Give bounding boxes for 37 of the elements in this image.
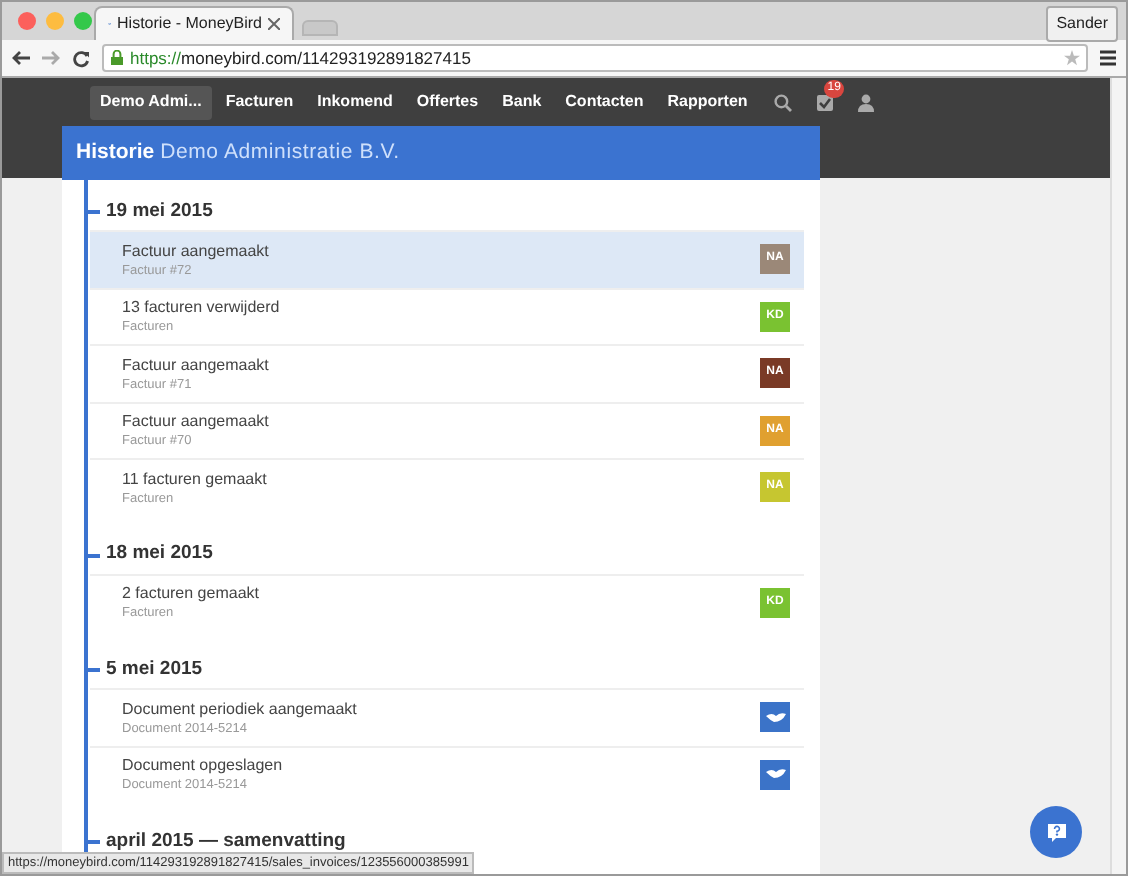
entry-title: Factuur aangemaakt	[122, 353, 271, 376]
nav-item[interactable]: Inkomend	[307, 85, 403, 119]
search-icon[interactable]	[773, 93, 792, 111]
profile-button[interactable]: Sander	[1046, 6, 1118, 42]
bird-icon	[765, 711, 785, 724]
page-subtitle: Demo Administratie B.V.	[160, 137, 400, 168]
entry-title: Factuur aangemaakt	[122, 410, 271, 433]
date-heading: 19 mei 2015	[106, 197, 213, 226]
user-icon[interactable]	[857, 93, 874, 111]
nav-item[interactable]: Contacten	[555, 85, 654, 119]
nav-item[interactable]: Bank	[492, 85, 552, 119]
entry-title: Factuur aangemaakt	[122, 239, 271, 262]
address-bar[interactable]: https://moneybird.com/114293192891827415	[102, 44, 1088, 72]
date-heading: 18 mei 2015	[106, 540, 213, 569]
help-chat-button[interactable]	[1030, 806, 1082, 858]
lock-icon	[110, 50, 124, 66]
entry-title: 2 facturen gemaakt	[122, 582, 261, 605]
reload-icon[interactable]	[72, 49, 90, 67]
nav-item[interactable]: Facturen	[215, 85, 304, 119]
date-heading: 5 mei 2015	[106, 655, 203, 684]
nav-item[interactable]: Demo Admi...	[90, 85, 212, 119]
menu-icon[interactable]	[1100, 50, 1116, 66]
entry-title: 11 facturen gemaakt	[122, 467, 269, 490]
close-tab-icon[interactable]	[268, 18, 280, 30]
bird-icon	[765, 768, 785, 781]
url-text: https://moneybird.com/114293192891827415	[130, 45, 473, 71]
date-heading: april 2015 — samenvatting	[106, 827, 346, 856]
nav-item[interactable]: Offertes	[406, 85, 489, 119]
star-icon[interactable]	[1064, 50, 1080, 66]
nav-item[interactable]: Rapporten	[657, 85, 758, 119]
back-icon[interactable]	[12, 50, 30, 66]
entry-title: Document opgeslagen	[122, 754, 285, 777]
entry-title: 13 facturen verwijderd	[122, 296, 282, 319]
page-title: Historie	[76, 137, 155, 168]
entry-title: Document periodiek aangemaakt	[122, 697, 359, 720]
help-chat-icon	[1045, 821, 1067, 843]
browser-tab[interactable]: Historie - MoneyBird	[94, 6, 294, 40]
